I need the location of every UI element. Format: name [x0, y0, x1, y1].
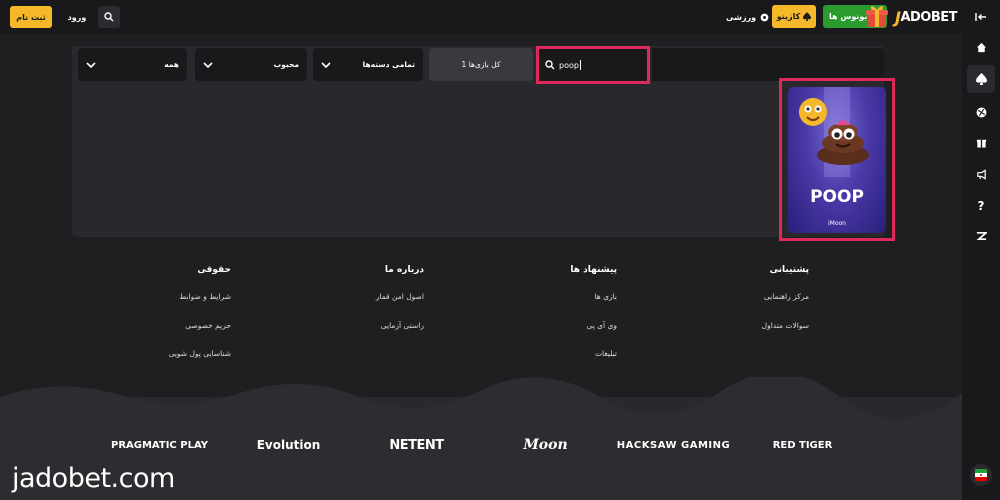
- rail-more[interactable]: [967, 222, 995, 250]
- footer-link[interactable]: وی آی پی: [517, 321, 617, 330]
- footer-link[interactable]: سوالات متداول: [709, 321, 809, 330]
- top-header: ثبت نام ورود ورزشی کازینو بونوس ها J ADO…: [0, 0, 962, 34]
- footer-title-about: درباره ما: [384, 265, 424, 275]
- provider-dropdown-label: همه: [164, 60, 179, 69]
- provider-logo-netent[interactable]: NETENT: [355, 421, 478, 469]
- ball-icon: [760, 13, 769, 21]
- register-button[interactable]: ثبت نام: [10, 6, 52, 28]
- site-watermark: jadobet.com: [12, 463, 175, 494]
- header-search-button[interactable]: [98, 6, 120, 28]
- rail-promotions[interactable]: [967, 160, 995, 188]
- arrow-collapse-icon: [975, 13, 986, 21]
- megaphone-icon: [976, 168, 986, 180]
- footer-link[interactable]: تبلیغات: [517, 349, 617, 358]
- text-cursor: [579, 60, 581, 70]
- question-icon: ?: [977, 199, 985, 213]
- language-flag[interactable]: [970, 464, 992, 486]
- provider-logo-evolution[interactable]: Evolution: [227, 421, 350, 469]
- search-icon: [545, 60, 555, 70]
- search-input[interactable]: poop: [536, 46, 650, 84]
- footer-link[interactable]: شرایط و ضوابط: [131, 292, 231, 301]
- provider-dropdown[interactable]: همه: [78, 48, 187, 81]
- brand-logo[interactable]: J ADOBET: [895, 8, 958, 27]
- footer-title-legal: حقوقی: [197, 265, 231, 275]
- category-dropdown[interactable]: تمامی دسته‌ها: [313, 48, 423, 81]
- collapse-rail-button[interactable]: [967, 3, 995, 31]
- search-field-background: [652, 48, 884, 81]
- footer-link[interactable]: بازی ها: [517, 292, 618, 301]
- result-count: 1 کل بازی‌ها: [429, 48, 533, 81]
- provider-logo-text: RED TIGER: [772, 439, 833, 451]
- search-query: poop: [559, 60, 579, 70]
- provider-logo-hacksaw[interactable]: HACKSAW GAMING: [612, 421, 735, 469]
- rail-casino[interactable]: [967, 65, 995, 93]
- page: ثبت نام ورود ورزشی کازینو بونوس ها J ADO…: [0, 0, 1000, 500]
- rail-sport[interactable]: [967, 98, 995, 126]
- login-button[interactable]: ورود: [62, 6, 92, 28]
- game-card[interactable]: POOP iMoon: [788, 87, 886, 233]
- game-artwork: [799, 87, 869, 177]
- search-icon: [104, 12, 114, 22]
- spade-icon: [803, 12, 812, 21]
- sport-label: ورزشی: [726, 12, 757, 22]
- logo-text: ADOBET: [900, 9, 958, 25]
- home-icon: [976, 42, 986, 52]
- rail-home[interactable]: [967, 33, 995, 61]
- sort-dropdown-label: محبوب: [273, 60, 299, 69]
- rail-help[interactable]: ?: [967, 192, 995, 220]
- sport-nav-link[interactable]: ورزشی: [726, 8, 769, 26]
- ball-icon: [976, 107, 986, 117]
- provider-logo-text: PRAGMATIC PLAY: [111, 439, 208, 451]
- sort-dropdown[interactable]: محبوب: [195, 48, 307, 81]
- provider-logo-text: HACKSAW GAMING: [616, 439, 731, 451]
- rail-bonus[interactable]: [967, 128, 995, 156]
- z-logo-icon: [976, 231, 987, 241]
- provider-logo-text: Evolution: [256, 438, 321, 452]
- chevron-down-icon: [321, 61, 331, 68]
- footer-title-support: پشتیبانی: [769, 265, 809, 275]
- footer-title-offers: پیشنهاد ها: [570, 265, 617, 275]
- gift-icon: [866, 6, 888, 27]
- provider-logo-moon[interactable]: Moon: [484, 421, 607, 469]
- footer-link[interactable]: مرکز راهنمایی: [709, 292, 809, 301]
- category-dropdown-label: تمامی دسته‌ها: [362, 60, 415, 69]
- game-title: POOP: [810, 187, 864, 207]
- spade-icon: [975, 73, 987, 85]
- bonus-label: بونوس ها: [829, 12, 868, 21]
- casino-label: کازینو: [776, 12, 801, 21]
- gift-icon: [976, 139, 986, 148]
- chevron-down-icon: [86, 61, 96, 68]
- footer-link[interactable]: حریم خصوصی: [131, 321, 231, 330]
- casino-nav-button[interactable]: کازینو: [772, 5, 816, 28]
- footer-link[interactable]: شناسایی پول شویی: [131, 349, 231, 358]
- provider-logo-redtiger[interactable]: RED TIGER: [741, 421, 864, 469]
- provider-logo-text: Moon: [523, 437, 568, 453]
- footer-link[interactable]: اصول امن قمار: [324, 292, 424, 301]
- side-rail: ?: [962, 0, 1000, 500]
- footer-link[interactable]: راستی آزمایی: [324, 321, 424, 330]
- provider-logo-pragmatic[interactable]: PRAGMATIC PLAY: [98, 421, 221, 469]
- game-provider: iMoon: [828, 220, 846, 227]
- chevron-down-icon: [203, 61, 213, 68]
- iran-flag-icon: [975, 469, 987, 481]
- provider-logo-text: NETENT: [389, 437, 444, 453]
